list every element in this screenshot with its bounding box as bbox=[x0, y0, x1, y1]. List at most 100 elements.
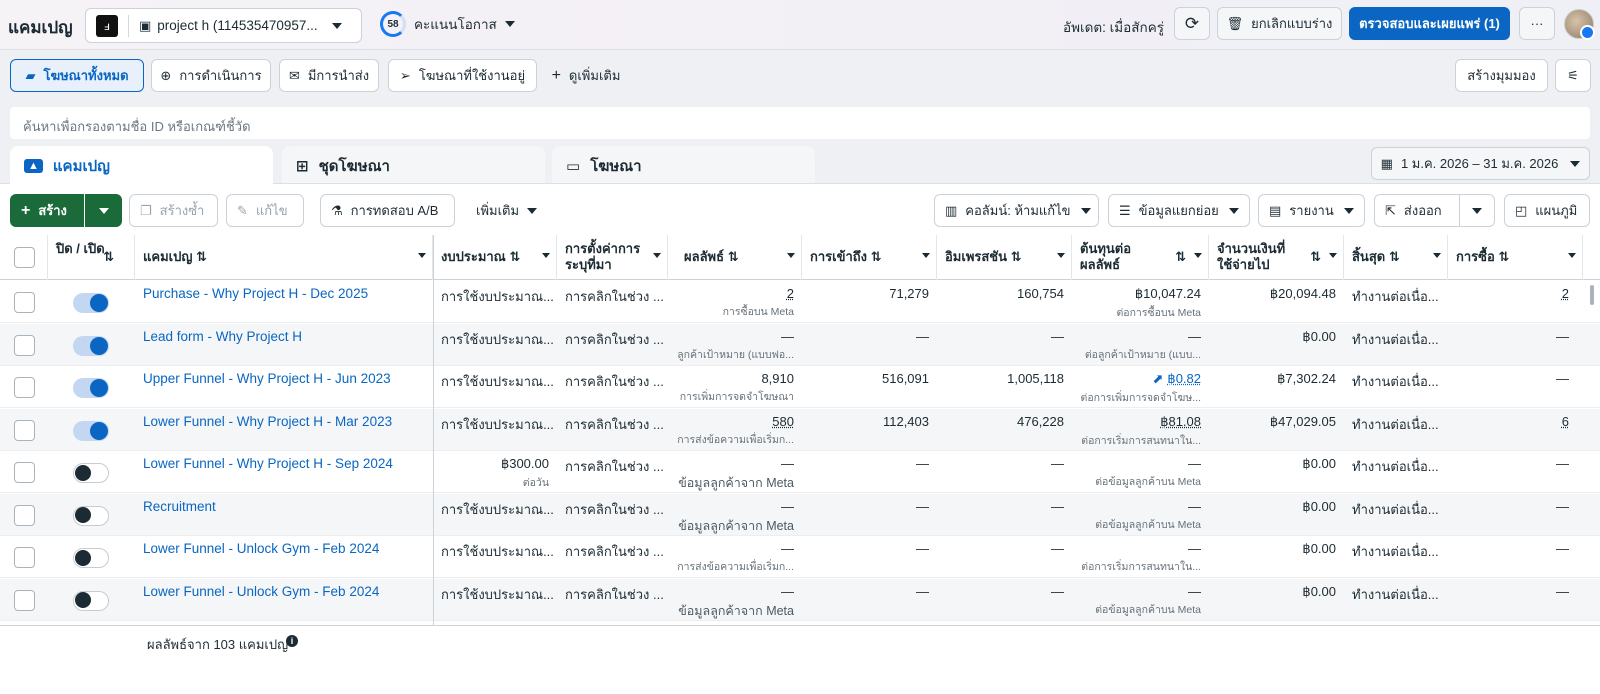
header-budget[interactable]: งบประมาณ ⇅ bbox=[433, 235, 557, 280]
header-cost-per-result[interactable]: ต้นทุนต่อ ผลลัพธ์ ⇅ bbox=[1072, 235, 1209, 280]
row-checkbox[interactable] bbox=[14, 462, 35, 483]
chevron-down-icon bbox=[1080, 207, 1091, 214]
campaign-name-link[interactable]: Upper Funnel - Why Project H - Jun 2023 bbox=[143, 371, 391, 386]
breakdown-button[interactable]: ☰ ข้อมูลแยกย่อย bbox=[1108, 194, 1250, 227]
budget-value: การใช้งบประมาณ... bbox=[441, 416, 554, 432]
row-checkbox[interactable] bbox=[14, 377, 35, 398]
view-settings-button[interactable]: ⚟ bbox=[1555, 59, 1591, 92]
chevron-down-icon bbox=[787, 253, 795, 258]
export-button[interactable]: ⇱ ส่งออก bbox=[1374, 194, 1460, 227]
more-actions-button[interactable]: เพิ่มเติม bbox=[466, 194, 546, 227]
filter-all-ads[interactable]: ▰ โฆษณาทั้งหมด bbox=[10, 59, 144, 92]
result-value[interactable]: 580 bbox=[772, 414, 794, 429]
header-label: ต้นทุนต่อ ผลลัพธ์ bbox=[1080, 241, 1132, 272]
table-row[interactable]: Purchase - Why Project H - Dec 2025 การใช… bbox=[0, 281, 1600, 323]
review-publish-button[interactable]: ตรวจสอบและเผยแพร่ (1) bbox=[1349, 7, 1510, 40]
scrollbar[interactable] bbox=[1590, 285, 1594, 305]
info-icon[interactable]: i bbox=[286, 635, 298, 647]
more-options-button[interactable]: ··· bbox=[1519, 7, 1555, 40]
campaign-name-link[interactable]: Lower Funnel - Why Project H - Mar 2023 bbox=[143, 414, 392, 429]
row-checkbox[interactable] bbox=[14, 589, 35, 611]
campaign-toggle[interactable] bbox=[73, 463, 109, 483]
header-impressions[interactable]: อิมเพรสชัน ⇅ bbox=[937, 235, 1072, 280]
header-ends[interactable]: สิ้นสุด ⇅ bbox=[1344, 235, 1448, 280]
purchases-value[interactable]: 2 bbox=[1562, 286, 1569, 301]
campaign-toggle[interactable] bbox=[73, 378, 109, 398]
row-checkbox[interactable] bbox=[14, 547, 35, 568]
cost-per-result-value[interactable]: ฿10,047.24 bbox=[1135, 286, 1201, 301]
campaign-name-link[interactable]: Lead form - Why Project H bbox=[143, 329, 302, 344]
campaign-toggle[interactable] bbox=[73, 420, 109, 441]
cost-per-result-type: ต่อข้อมูลลูกค้าบน Meta bbox=[1095, 476, 1201, 488]
date-range-picker[interactable]: ▦ 1 ม.ค. 2026 – 31 ม.ค. 2026 bbox=[1371, 147, 1590, 180]
row-checkbox[interactable] bbox=[14, 419, 35, 441]
purchases-value[interactable]: 6 bbox=[1562, 414, 1569, 429]
attribution-value: การคลิกในช่วง ... bbox=[565, 331, 664, 347]
result-value[interactable]: 8,910 bbox=[761, 371, 794, 386]
cost-per-result-value[interactable]: ฿81.08 bbox=[1160, 414, 1201, 429]
table-row[interactable]: Lower Funnel - Why Project H - Sep 2024 ฿… bbox=[0, 451, 1600, 493]
breakdown-label: ข้อมูลแยกย่อย bbox=[1138, 203, 1219, 218]
filter-delivered[interactable]: ✉ มีการนำส่ง bbox=[279, 59, 379, 92]
campaign-table: ปิด / เปิด ⇅ แคมเปญ ⇅ งบประมาณ ⇅ การตั้งค… bbox=[0, 235, 1600, 635]
tab-ad-sets[interactable]: ⊞ ชุดโฆษณา bbox=[282, 146, 545, 186]
header-on-off[interactable]: ปิด / เปิด ⇅ bbox=[48, 235, 135, 280]
duplicate-button[interactable]: ❐ สร้างซ้ำ bbox=[129, 194, 218, 227]
campaign-name-link[interactable]: Lower Funnel - Why Project H - Sep 2024 bbox=[143, 456, 393, 471]
discard-draft-button[interactable]: 🗑 ยกเลิกแบบร่าง bbox=[1217, 7, 1342, 40]
campaign-name-link[interactable]: Lower Funnel - Unlock Gym - Feb 2024 bbox=[143, 584, 379, 599]
export-menu-button[interactable] bbox=[1459, 194, 1495, 227]
breakdown-icon: ☰ bbox=[1119, 202, 1131, 218]
tab-campaigns[interactable]: ▲ แคมเปญ bbox=[10, 146, 273, 186]
select-all-checkbox[interactable] bbox=[14, 247, 35, 268]
table-row[interactable]: Lower Funnel - Unlock Gym - Feb 2024 การใ… bbox=[0, 578, 1600, 621]
campaign-toggle[interactable] bbox=[73, 505, 109, 526]
amount-spent-value: ฿7,302.24 bbox=[1277, 371, 1336, 386]
impressions-value: 160,754 bbox=[1017, 286, 1064, 301]
cost-per-result-value[interactable]: ฿0.82 bbox=[1167, 371, 1201, 386]
columns-button[interactable]: ▥ คอลัมน์: ห้ามแก้ไข bbox=[934, 194, 1099, 227]
table-row[interactable]: Upper Funnel - Why Project H - Jun 2023 ก… bbox=[0, 366, 1600, 408]
ab-test-button[interactable]: ⚗ การทดสอบ A/B bbox=[320, 194, 455, 227]
charts-button[interactable]: ◰ แผนภูมิ bbox=[1504, 194, 1590, 227]
campaign-toggle[interactable] bbox=[73, 590, 109, 611]
table-row[interactable]: Lower Funnel - Why Project H - Mar 2023 ก… bbox=[0, 408, 1600, 451]
tab-ads[interactable]: ▭ โฆษณา bbox=[552, 146, 815, 186]
campaign-name-link[interactable]: Lower Funnel - Unlock Gym - Feb 2024 bbox=[143, 541, 379, 556]
search-input[interactable]: ค้นหาเพื่อกรองตามชื่อ ID หรือเกณฑ์ชี้วัด bbox=[10, 107, 1590, 139]
opportunity-score[interactable]: 58 คะแนนโอกาส bbox=[380, 11, 515, 37]
header-results[interactable]: ผลลัพธ์ ⇅ bbox=[668, 235, 802, 280]
header-amount-spent[interactable]: จำนวนเงินที่ ใช้จ่ายไป ⇅ bbox=[1209, 235, 1344, 280]
table-row[interactable]: Recruitment การใช้งบประมาณ... การคลิกในช่ว… bbox=[0, 493, 1600, 536]
header-purchases[interactable]: การซื้อ ⇅ bbox=[1448, 235, 1583, 280]
row-checkbox[interactable] bbox=[14, 292, 35, 313]
cost-per-result-type: ต่อการเริ่มการสนทนาใน... bbox=[1081, 561, 1201, 573]
row-checkbox[interactable] bbox=[14, 334, 35, 356]
header-campaign[interactable]: แคมเปญ ⇅ bbox=[135, 235, 433, 280]
row-checkbox[interactable] bbox=[14, 504, 35, 526]
attribution-value: การคลิกในช่วง ... bbox=[565, 544, 664, 559]
refresh-button[interactable]: ⟳ bbox=[1174, 7, 1210, 40]
campaign-toggle[interactable] bbox=[73, 293, 109, 313]
create-button[interactable]: + สร้าง bbox=[10, 194, 84, 227]
result-type: ข้อมูลลูกค้าจาก Meta bbox=[678, 518, 794, 533]
filter-active-ads[interactable]: ➢ โฆษณาที่ใช้งานอยู่ bbox=[388, 59, 537, 92]
edit-button[interactable]: ✎ แก้ไข bbox=[226, 194, 304, 227]
see-more-button[interactable]: + ดูเพิ่มเติม bbox=[544, 59, 628, 92]
table-row[interactable]: Lower Funnel - Unlock Gym - Feb 2024 การใ… bbox=[0, 536, 1600, 578]
campaign-toggle[interactable] bbox=[73, 548, 109, 568]
filter-in-progress[interactable]: ⊕ การดำเนินการ bbox=[151, 59, 271, 92]
create-menu-button[interactable] bbox=[85, 194, 122, 227]
campaign-name-link[interactable]: Recruitment bbox=[143, 499, 216, 514]
reports-button[interactable]: ▤ รายงาน bbox=[1258, 194, 1365, 227]
campaign-toggle[interactable] bbox=[73, 335, 109, 356]
table-row[interactable]: Lead form - Why Project H การใช้งบประมาณ.… bbox=[0, 323, 1600, 366]
create-view-button[interactable]: สร้างมุมมอง bbox=[1455, 59, 1548, 92]
header-reach[interactable]: การเข้าถึง ⇅ bbox=[802, 235, 937, 280]
campaign-name-link[interactable]: Purchase - Why Project H - Dec 2025 bbox=[143, 286, 368, 301]
chevron-down-icon bbox=[527, 207, 538, 214]
account-selector[interactable]: ⅎ ▣ project h (114535470957... bbox=[85, 8, 362, 43]
result-value[interactable]: 2 bbox=[787, 286, 794, 301]
avatar[interactable] bbox=[1564, 9, 1595, 40]
header-attribution[interactable]: การตั้งค่าการ ระบุที่มา bbox=[557, 235, 668, 280]
